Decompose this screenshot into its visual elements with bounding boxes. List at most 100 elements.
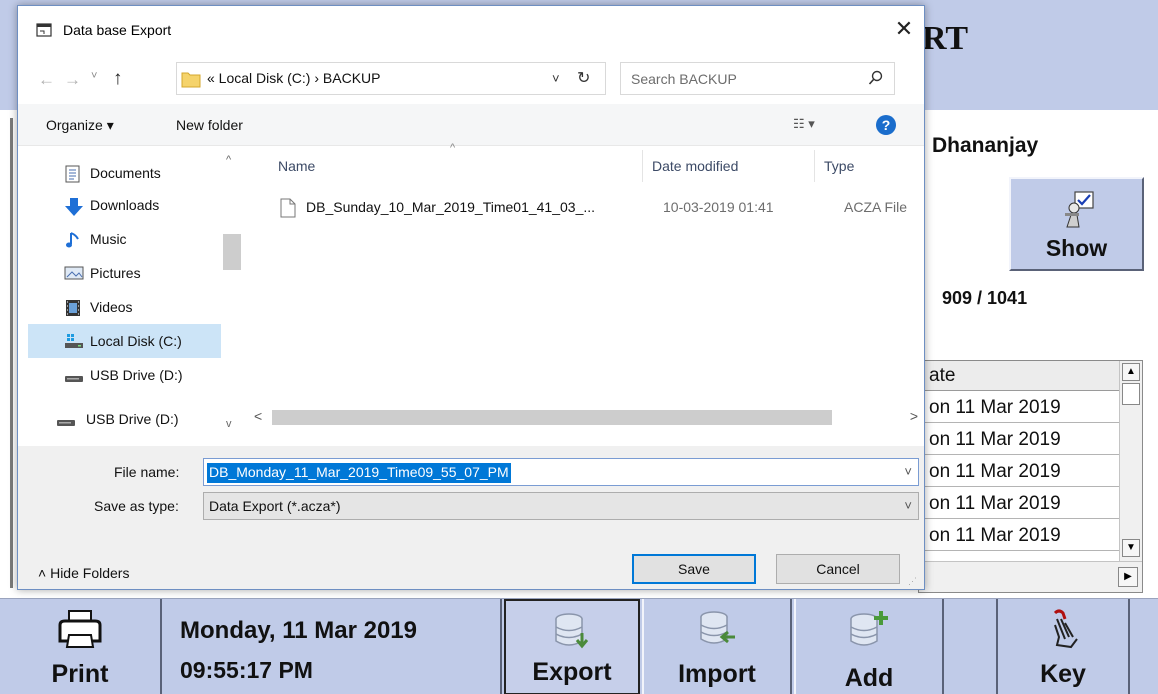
file-list-item[interactable]: DB_Sunday_10_Mar_2019_Time01_41_03_... 1… [276,192,916,224]
up-arrow-icon[interactable]: ↑ [113,68,123,90]
forward-arrow-icon[interactable]: → [64,70,81,90]
scroll-up-icon[interactable]: ▲ [1122,363,1140,381]
refresh-icon[interactable]: ↻ [577,68,590,88]
nav-item-label: Pictures [90,265,141,281]
address-dropdown-chevron-icon[interactable]: ˅ [552,71,560,86]
printer-icon [57,609,103,654]
sort-ascending-icon: ^ [450,142,456,154]
address-bar[interactable]: « Local Disk (C:) › BACKUP ˅ ↻ [176,62,606,95]
nav-item-downloads[interactable]: Downloads [28,188,238,222]
records-grid[interactable]: ate on 11 Mar 2019 on 11 Mar 2019 on 11 … [918,360,1143,593]
new-folder-button[interactable]: New folder [176,117,243,133]
print-button[interactable]: Print [0,599,162,694]
table-row[interactable]: on 11 Mar 2019 [919,488,1119,519]
file-name-input[interactable]: DB_Monday_11_Mar_2019_Time09_55_07_PM ˅ [203,458,919,486]
save-as-type-value: Data Export (*.acza*) [209,498,341,514]
table-row[interactable]: on 11 Mar 2019 [919,392,1119,423]
nav-item-label: Local Disk (C:) [90,333,182,349]
key-button[interactable]: Key [996,599,1130,694]
view-options-icon[interactable]: ☷ ▾ [793,116,815,132]
add-button-label: Add [844,664,894,692]
export-button[interactable]: Export [504,599,640,694]
file-name: DB_Sunday_10_Mar_2019_Time01_41_03_... [306,199,596,215]
show-button[interactable]: Show [1009,177,1144,271]
pictures-icon [64,265,84,281]
scroll-down-icon[interactable]: ▼ [1122,539,1140,557]
navigation-pane: Documents Downloads Music Pictures Video… [18,146,246,446]
nav-item-usb-drive-root[interactable]: USB Drive (D:) [18,402,228,436]
add-button[interactable]: Add [794,599,944,694]
file-list-scroll-thumb[interactable] [272,410,832,425]
scroll-down-icon[interactable]: v [226,418,232,430]
help-icon[interactable]: ? [876,115,896,135]
music-icon [64,231,84,248]
scroll-up-icon[interactable]: ^ [226,154,231,166]
nav-pane-scrollbar[interactable]: ^ v [221,146,243,446]
chevron-up-icon: ˄ [38,565,51,581]
organize-menu[interactable]: Organize ▾ [46,117,114,134]
grid-scroll-thumb[interactable] [1122,383,1140,405]
column-divider[interactable] [814,150,815,182]
file-type: ACZA File [844,199,908,215]
nav-item-label: Videos [90,299,133,315]
dialog-footer: ˄ Hide Folders Save Cancel ⋰ [18,536,924,589]
search-icon[interactable] [868,70,884,91]
column-header-type[interactable]: Type [824,146,854,186]
database-import-icon [697,609,737,654]
resize-grip-icon[interactable]: ⋰ [908,576,917,587]
pointing-hand-icon [1045,609,1081,654]
nav-item-usb-drive[interactable]: USB Drive (D:) [28,358,238,392]
nav-item-pictures[interactable]: Pictures [28,256,238,290]
key-button-label: Key [1040,660,1086,688]
bottom-toolbar: Print Monday, 11 Mar 2019 09:55:17 PM Ex… [0,598,1158,694]
datetime-panel: Monday, 11 Mar 2019 09:55:17 PM [162,599,502,694]
downloads-icon [64,197,84,216]
search-input[interactable]: Search BACKUP [620,62,895,95]
table-row[interactable]: on 11 Mar 2019 [919,424,1119,455]
back-arrow-icon[interactable]: ← [38,70,55,90]
close-icon[interactable]: ✕ [890,16,918,44]
table-row[interactable]: on 11 Mar 2019 [919,456,1119,487]
chevron-down-icon[interactable]: ˅ [904,464,912,479]
column-header-name[interactable]: Name [278,146,315,186]
nav-item-local-disk[interactable]: Local Disk (C:) [28,324,238,358]
scroll-right-icon[interactable]: ▶ [1118,567,1138,587]
current-time: 09:55:17 PM [180,657,313,683]
save-as-type-select[interactable]: Data Export (*.acza*) ˅ [203,492,919,520]
videos-icon [64,299,84,316]
dialog-titlebar: Data base Export ✕ [18,6,924,54]
table-row[interactable]: on 11 Mar 2019 [919,520,1119,551]
cancel-button[interactable]: Cancel [776,554,900,584]
grid-vertical-scrollbar[interactable]: ▲ ▼ [1119,361,1142,561]
import-button-label: Import [678,660,756,688]
file-list-horizontal-scrollbar[interactable]: < > [248,406,924,428]
recent-locations-chevron-icon[interactable]: ˅ [91,70,97,82]
scroll-left-icon[interactable]: < [254,408,262,424]
column-header-date-modified[interactable]: Date modified [652,146,738,186]
nav-item-label: Music [90,231,127,247]
nav-item-videos[interactable]: Videos [28,290,238,324]
hide-folders-toggle[interactable]: ˄ Hide Folders [38,565,129,581]
file-name-label: File name: [114,464,180,480]
database-export-dialog: Data base Export ✕ ← → ˅ ↑ « Local Disk … [17,5,925,590]
import-button[interactable]: Import [642,599,792,694]
column-divider[interactable] [642,150,643,182]
nav-item-documents[interactable]: Documents [28,156,238,190]
folder-icon [181,69,201,89]
search-placeholder: Search BACKUP [631,71,737,87]
breadcrumb[interactable]: « Local Disk (C:) › BACKUP [207,70,380,86]
command-bar: Organize ▾ New folder ☷ ▾ ? [18,104,924,146]
save-fields-area: File name: DB_Monday_11_Mar_2019_Time09_… [18,446,924,536]
nav-item-music[interactable]: Music [28,222,238,256]
chevron-down-icon[interactable]: ˅ [904,498,912,513]
save-button[interactable]: Save [632,554,756,584]
navigation-bar: ← → ˅ ↑ « Local Disk (C:) › BACKUP ˅ ↻ S… [18,58,924,98]
grid-horizontal-scrollbar[interactable]: ▶ [919,561,1142,592]
usb-drive-icon [56,411,76,427]
nav-scroll-thumb[interactable] [223,234,241,270]
app-left-border [10,118,13,588]
grid-header-date[interactable]: ate [919,361,1119,391]
file-list-pane: ^ Name Date modified Type DB_Sunday_10_M… [248,142,924,446]
scroll-right-icon[interactable]: > [910,408,918,424]
dialog-title: Data base Export [63,22,172,38]
